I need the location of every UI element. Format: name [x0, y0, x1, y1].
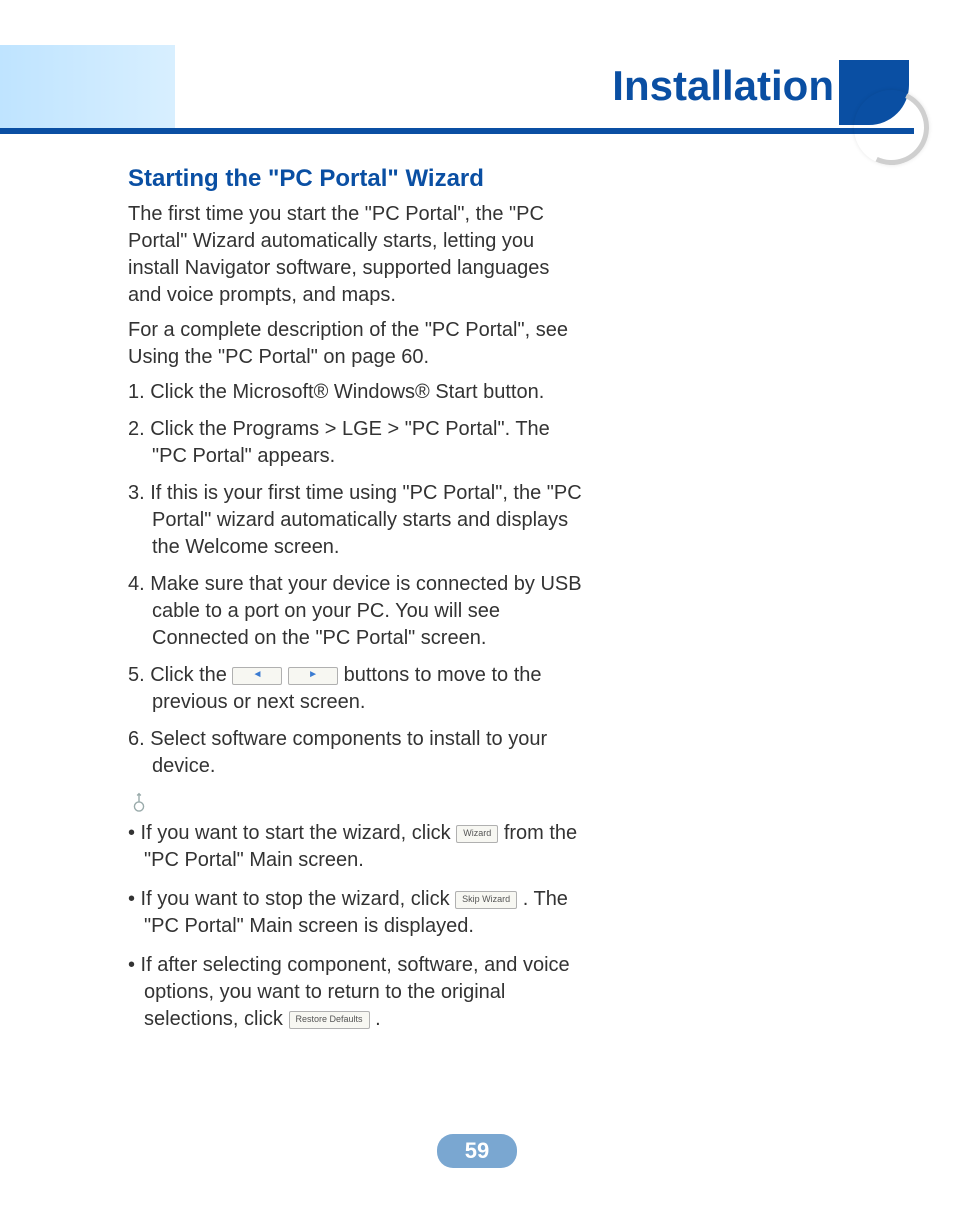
content-area: Starting the "PC Portal" Wizard The firs…	[128, 165, 588, 1045]
step-2: 2. Click the Programs > LGE > "PC Portal…	[128, 416, 588, 470]
page-corner-graphic	[839, 60, 929, 150]
note-1: • If you want to start the wizard, click…	[128, 820, 588, 874]
intro-paragraph-2: For a complete description of the "PC Po…	[128, 317, 588, 371]
header-band-bar	[0, 128, 914, 134]
page-number-wrap: 59	[0, 1134, 954, 1168]
page-title: Installation	[0, 62, 834, 110]
restore-defaults-button[interactable]: Restore Defaults	[289, 1011, 370, 1029]
note-2: • If you want to stop the wizard, click …	[128, 886, 588, 940]
wizard-button[interactable]: Wizard	[456, 825, 498, 843]
page-number: 59	[437, 1134, 517, 1168]
prev-arrow-button[interactable]	[232, 667, 282, 685]
note-icon	[128, 790, 150, 812]
note-3: • If after selecting component, software…	[128, 952, 588, 1033]
intro-paragraph-1: The first time you start the "PC Portal"…	[128, 201, 588, 309]
section-title: Starting the "PC Portal" Wizard	[128, 165, 588, 193]
skip-wizard-button[interactable]: Skip Wizard	[455, 891, 517, 909]
step-1: 1. Click the Microsoft® Windows® Start b…	[128, 379, 588, 406]
step-3: 3. If this is your first time using "PC …	[128, 480, 588, 561]
next-arrow-button[interactable]	[288, 667, 338, 685]
step-5: 5. Click the buttons to move to the prev…	[128, 662, 588, 716]
step-5-text-a: 5. Click the	[128, 664, 232, 686]
steps-list: 1. Click the Microsoft® Windows® Start b…	[128, 379, 588, 780]
step-4: 4. Make sure that your device is connect…	[128, 571, 588, 652]
step-6: 6. Select software components to install…	[128, 726, 588, 780]
note-2-text-a: • If you want to stop the wizard, click	[128, 888, 455, 910]
note-1-text-a: • If you want to start the wizard, click	[128, 822, 456, 844]
note-3-text-b: .	[375, 1008, 381, 1030]
notes-list: • If you want to start the wizard, click…	[128, 820, 588, 1033]
